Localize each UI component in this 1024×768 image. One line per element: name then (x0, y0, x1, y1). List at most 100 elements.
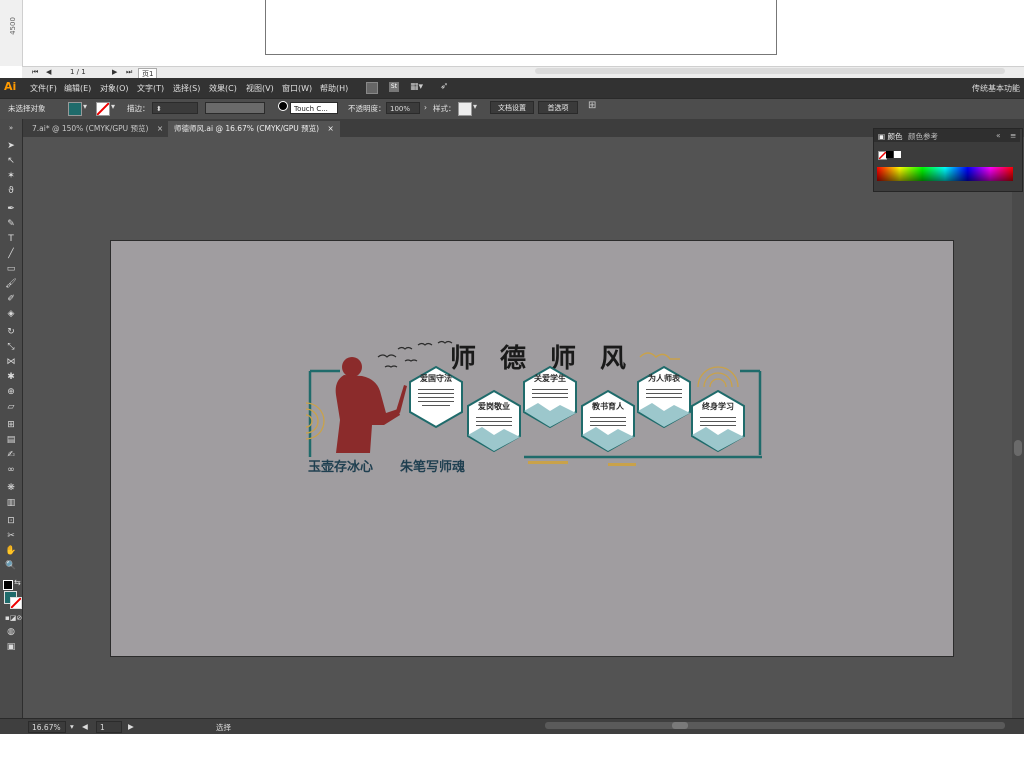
hexagon-card: 爱国守法 (409, 365, 463, 429)
top-horizontal-scrollbar[interactable] (535, 68, 1005, 74)
document-setup-button[interactable]: 文档设置 (490, 101, 534, 114)
symbol-sprayer-tool-icon[interactable]: ❋ (5, 482, 17, 494)
opacity-arrow-icon[interactable]: › (424, 103, 427, 112)
color-icon: ▣ (878, 132, 886, 141)
hand-tool-icon[interactable]: ✋ (5, 545, 17, 557)
eraser-tool-icon[interactable]: ◈ (5, 308, 17, 320)
mesh-tool-icon[interactable]: ⊞ (5, 419, 17, 431)
default-colors-icon[interactable] (3, 580, 13, 590)
close-icon[interactable]: × (328, 124, 334, 133)
swap-colors-icon[interactable]: ⇆ (14, 578, 21, 587)
magic-wand-tool-icon[interactable]: ✶ (5, 170, 17, 182)
workspace-switcher[interactable]: 传统基本功能 (972, 83, 1020, 94)
line-tool-icon[interactable]: ╱ (5, 248, 17, 260)
variable-width-profile[interactable] (205, 102, 265, 114)
horizontal-scrollbar[interactable] (545, 722, 1005, 729)
opacity-field[interactable]: 100% (386, 102, 420, 114)
slice-tool-icon[interactable]: ✂ (5, 530, 17, 542)
type-tool-icon[interactable]: T (5, 233, 17, 245)
next-artboard-icon[interactable]: ▶ (128, 722, 134, 731)
menu-effect[interactable]: 效果(C) (209, 83, 237, 94)
tab-color-label: 颜色 (887, 132, 903, 141)
menu-view[interactable]: 视图(V) (246, 83, 274, 94)
paintbrush-tool-icon[interactable]: 🖌 (5, 278, 17, 290)
shape-builder-tool-icon[interactable]: ⊕ (5, 386, 17, 398)
collapse-icon[interactable]: « (996, 131, 1001, 140)
title-char: 德 (500, 344, 526, 374)
vertical-scrollbar[interactable] (1012, 137, 1024, 718)
column-graph-tool-icon[interactable]: ▥ (5, 497, 17, 509)
next-page-icon[interactable]: ▶ (112, 68, 117, 76)
panel-menu-icon[interactable]: ≡ (1010, 131, 1016, 140)
brush-definition-field[interactable]: Touch C... (290, 102, 338, 114)
toolbar-stroke-swatch[interactable] (10, 597, 22, 609)
stroke-swatch[interactable] (96, 102, 110, 116)
bottom-margin (0, 734, 1024, 768)
menu-edit[interactable]: 编辑(E) (64, 83, 91, 94)
vertical-scroll-thumb[interactable] (1014, 440, 1022, 456)
menu-select[interactable]: 选择(S) (173, 83, 200, 94)
menu-type[interactable]: 文字(T) (137, 83, 164, 94)
style-label: 样式： (433, 104, 456, 113)
last-page-icon[interactable]: ⏭ (126, 68, 132, 77)
collapse-icon[interactable]: » (5, 122, 17, 134)
color-mode-icons[interactable]: ▪◪⊘ (5, 612, 22, 624)
stock-icon[interactable]: St (389, 82, 399, 92)
send-icon[interactable]: ➶ (440, 81, 448, 92)
stroke-weight-field[interactable]: ⬍ (152, 102, 198, 114)
blend-tool-icon[interactable]: ∞ (5, 464, 17, 476)
tab-color-guide[interactable]: 颜色参考 (908, 131, 938, 142)
curvature-tool-icon[interactable]: ✎ (5, 218, 17, 230)
fill-dropdown-icon[interactable]: ▾ (83, 102, 87, 111)
direct-selection-tool-icon[interactable]: ↖ (5, 155, 17, 167)
eyedropper-tool-icon[interactable]: ✍ (5, 449, 17, 461)
preferences-button[interactable]: 首选项 (538, 101, 578, 114)
screen-mode-icon[interactable]: ▣ (5, 641, 17, 653)
opacity-label: 不透明度： (348, 104, 386, 113)
style-dropdown-icon[interactable]: ▾ (473, 102, 477, 111)
horizontal-scroll-thumb[interactable] (672, 722, 688, 729)
zoom-tool-icon[interactable]: 🔍 (5, 560, 17, 572)
prev-artboard-icon[interactable]: ◀ (82, 722, 88, 731)
pen-tool-icon[interactable]: ✒ (5, 203, 17, 215)
no-stroke-icon (10, 597, 22, 609)
first-page-icon[interactable]: ⏮ (32, 68, 38, 77)
artboard-tool-icon[interactable]: ⊡ (5, 515, 17, 527)
shaper-tool-icon[interactable]: ✐ (5, 293, 17, 305)
menu-object[interactable]: 对象(O) (100, 83, 129, 94)
artboard-number-field[interactable]: 1 (96, 721, 122, 733)
menu-file[interactable]: 文件(F) (30, 83, 57, 94)
close-icon[interactable]: × (157, 124, 163, 133)
culture-wall-artwork[interactable]: 师 德 师 风 爱国守法 爱岗敬业 关爱学生 教书育人 为人师表 终身学习 玉壶… (300, 335, 770, 475)
rotate-tool-icon[interactable]: ↻ (5, 326, 17, 338)
tab-color[interactable]: ▣ 颜色 (878, 131, 902, 142)
prev-page-icon[interactable]: ◀ (46, 68, 51, 76)
stroke-dropdown-icon[interactable]: ▾ (111, 102, 115, 111)
drawing-mode-icon[interactable]: ◍ (5, 626, 17, 638)
menu-window[interactable]: 窗口(W) (282, 83, 312, 94)
menu-help[interactable]: 帮助(H) (320, 83, 348, 94)
black-swatch[interactable] (886, 151, 893, 158)
width-tool-icon[interactable]: ⋈ (5, 356, 17, 368)
zoom-field[interactable]: 16.67% (28, 721, 66, 733)
white-swatch[interactable] (894, 151, 901, 158)
arrange-documents-icon[interactable]: ▦▾ (410, 82, 423, 92)
wall-title: 师 德 师 风 (450, 344, 626, 374)
tab-7-ai[interactable]: 7.ai* @ 150% (CMYK/GPU 预览) × (26, 121, 169, 137)
bridge-icon[interactable] (366, 82, 378, 94)
puppet-warp-tool-icon[interactable]: ✱ (5, 371, 17, 383)
perspective-grid-tool-icon[interactable]: ▱ (5, 401, 17, 413)
color-spectrum[interactable] (877, 167, 1013, 181)
scale-tool-icon[interactable]: ⤡ (5, 341, 17, 353)
graphic-style-swatch[interactable] (458, 102, 472, 116)
cloud-ornament (639, 352, 680, 360)
selection-tool-icon[interactable]: ➤ (5, 140, 17, 152)
align-icon[interactable]: ⊞ (588, 100, 596, 111)
lasso-tool-icon[interactable]: ϑ (5, 185, 17, 197)
brush-dot-icon (278, 101, 288, 111)
fill-swatch[interactable] (68, 102, 82, 116)
zoom-dropdown-icon[interactable]: ▾ (70, 722, 74, 731)
tab-shidefengfeng[interactable]: 师德师风.ai @ 16.67% (CMYK/GPU 预览) × (168, 121, 340, 137)
gradient-tool-icon[interactable]: ▤ (5, 434, 17, 446)
rectangle-tool-icon[interactable]: ▭ (5, 263, 17, 275)
